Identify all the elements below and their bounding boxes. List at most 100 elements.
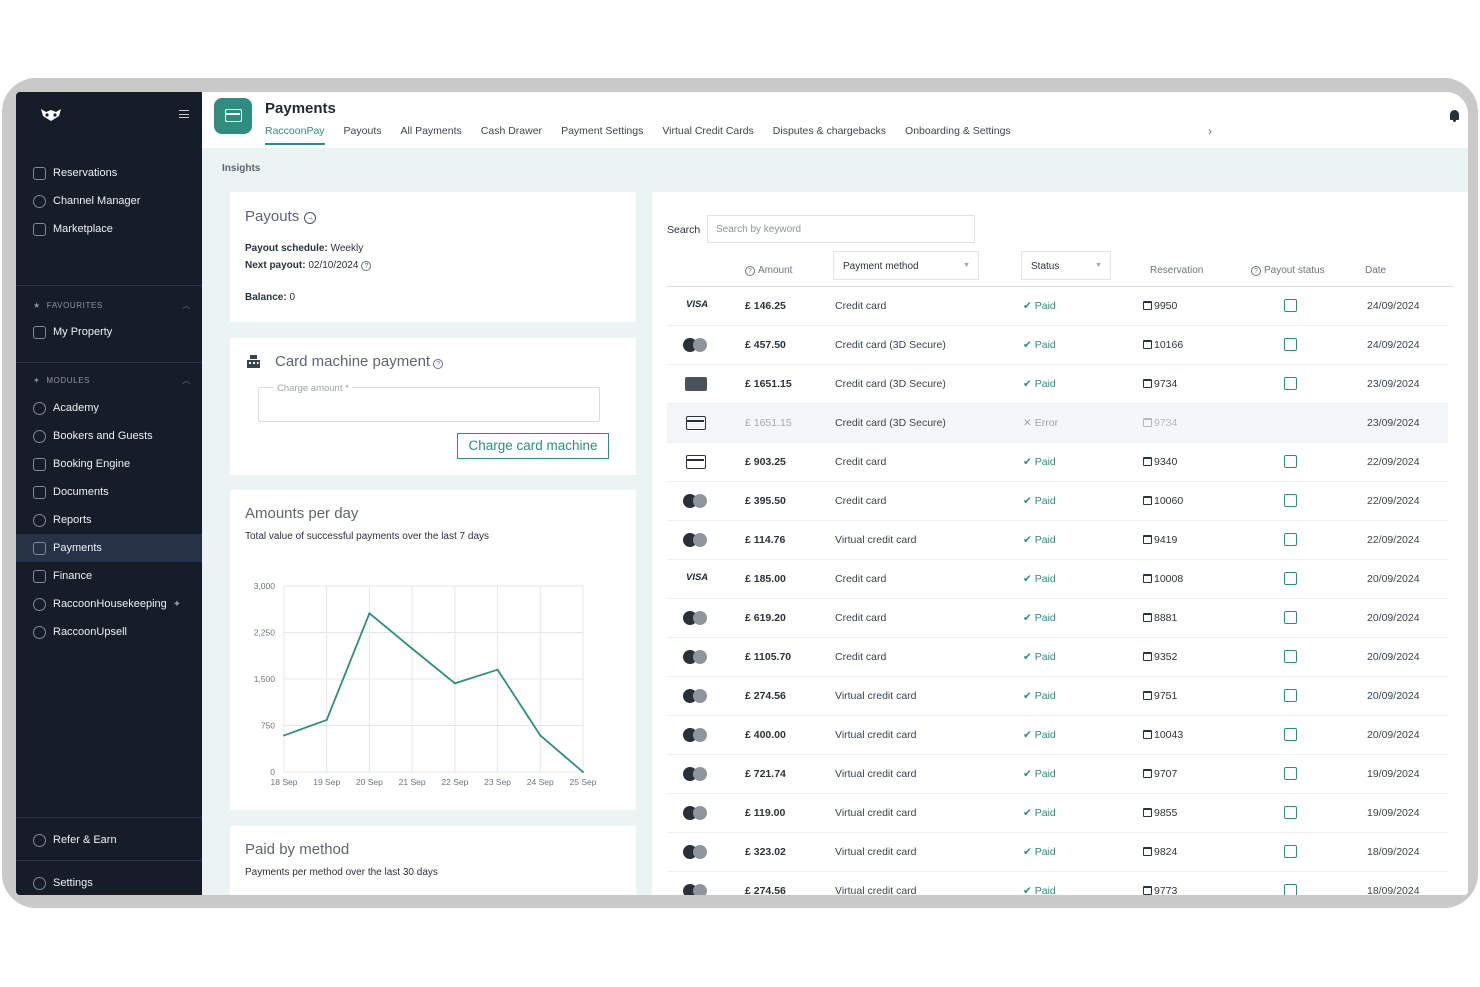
table-row[interactable]: £ 1651.15 Credit card (3D Secure) ✔ Paid 97… (667, 365, 1448, 404)
reservation-link[interactable]: 9734 (1143, 417, 1177, 429)
arrow-right-circle-icon[interactable]: → (304, 212, 317, 224)
reservation-link[interactable]: 9824 (1143, 846, 1177, 858)
payment-method-filter[interactable]: Payment method ▼ (833, 251, 979, 280)
help-icon[interactable]: ? (361, 261, 372, 271)
reservation-link[interactable]: 10008 (1143, 573, 1183, 585)
sidebar-item-payments[interactable]: Payments (16, 534, 202, 562)
payout-status-checkbox[interactable] (1284, 806, 1297, 819)
sidebar-item-label: Marketplace (53, 223, 113, 235)
table-row[interactable]: VISA £ 146.25 Credit card ✔ Paid 9950 24/09/2… (667, 287, 1448, 326)
tab-virtual-credit-cards[interactable]: Virtual Credit Cards (662, 125, 753, 145)
table-row[interactable]: £ 903.25 Credit card ✔ Paid 9340 22/09/2024 (667, 443, 1448, 482)
search-input[interactable]: Search by keyword (707, 215, 975, 243)
sidebar-item-refer-earn[interactable]: Refer & Earn (16, 826, 202, 854)
date-cell: 24/09/2024 (1367, 300, 1420, 312)
reservation-link[interactable]: 8881 (1143, 612, 1177, 624)
payout-status-checkbox[interactable] (1284, 338, 1297, 351)
payout-status-checkbox[interactable] (1284, 494, 1297, 507)
help-icon[interactable]: ? (433, 359, 444, 369)
help-icon[interactable]: ? (1251, 266, 1261, 276)
table-row[interactable]: VISA £ 185.00 Credit card ✔ Paid 10008 20/09/… (667, 560, 1448, 599)
date-cell: 19/09/2024 (1367, 768, 1420, 780)
reservation-link[interactable]: 9340 (1143, 456, 1177, 468)
tab-disputes-chargebacks[interactable]: Disputes & chargebacks (773, 125, 886, 145)
sidebar-item-raccoonhousekeeping[interactable]: RaccoonHousekeeping ✦ (16, 590, 202, 618)
sidebar-item-bookers-and-guests[interactable]: Bookers and Guests (16, 422, 202, 450)
table-row[interactable]: £ 619.20 Credit card ✔ Paid 8881 20/09/2024 (667, 599, 1448, 638)
sidebar-item-marketplace[interactable]: Marketplace (16, 215, 202, 243)
table-row[interactable]: £ 274.56 Virtual credit card ✔ Paid 9751 20/… (667, 677, 1448, 716)
payout-status-checkbox[interactable] (1284, 845, 1297, 858)
reservation-link[interactable]: 10060 (1143, 495, 1183, 507)
payout-status-checkbox[interactable] (1284, 377, 1297, 390)
sidebar-item-booking-engine[interactable]: Booking Engine (16, 450, 202, 478)
status-filter[interactable]: Status ▼ (1021, 251, 1111, 280)
sidebar-item-label: Reports (53, 514, 92, 526)
payout-status-checkbox[interactable] (1284, 689, 1297, 702)
column-header-date[interactable]: Date (1365, 265, 1386, 276)
tab-onboarding-settings[interactable]: Onboarding & Settings (905, 125, 1011, 145)
sidebar-divider (16, 285, 202, 286)
payout-status-checkbox[interactable] (1284, 572, 1297, 585)
raccoon-logo-icon[interactable] (40, 108, 62, 122)
modules-section-header[interactable]: ✦ MODULES ︿ (33, 375, 191, 386)
reservation-link[interactable]: 10166 (1143, 339, 1183, 351)
date-cell: 18/09/2024 (1367, 846, 1420, 858)
tab-payment-settings[interactable]: Payment Settings (561, 125, 643, 145)
booking-icon (33, 457, 46, 471)
payout-status-checkbox[interactable] (1284, 611, 1297, 624)
table-row[interactable]: £ 457.50 Credit card (3D Secure) ✔ Paid 101… (667, 326, 1448, 365)
help-icon[interactable]: ? (745, 266, 755, 276)
reservation-link[interactable]: 9855 (1143, 807, 1177, 819)
charge-card-machine-button[interactable]: Charge card machine (457, 433, 609, 459)
reservation-link[interactable]: 9352 (1143, 651, 1177, 663)
tab-cash-drawer[interactable]: Cash Drawer (481, 125, 542, 145)
sidebar-item-finance[interactable]: Finance (16, 562, 202, 590)
table-row[interactable]: £ 395.50 Credit card ✔ Paid 10060 22/09/2024 (667, 482, 1448, 521)
table-row[interactable]: £ 114.76 Virtual credit card ✔ Paid 9419 22/… (667, 521, 1448, 560)
reservation-link[interactable]: 9773 (1143, 885, 1177, 895)
reservation-link[interactable]: 9707 (1143, 768, 1177, 780)
table-row[interactable]: £ 1105.70 Credit card ✔ Paid 9352 20/09/2024 (667, 638, 1448, 677)
table-row[interactable]: £ 721.74 Virtual credit card ✔ Paid 9707 19/… (667, 755, 1448, 794)
tab-raccoonpay[interactable]: RaccoonPay (265, 125, 325, 145)
payout-status-checkbox[interactable] (1284, 650, 1297, 663)
payout-status-checkbox[interactable] (1284, 299, 1297, 312)
sidebar-item-channel-manager[interactable]: Channel Manager (16, 187, 202, 215)
reservation-link[interactable]: 10043 (1143, 729, 1183, 741)
payout-status-checkbox[interactable] (1284, 533, 1297, 546)
chevron-right-icon[interactable]: › (1208, 124, 1212, 138)
sidebar-item-academy[interactable]: Academy (16, 394, 202, 422)
sidebar-item-my-property[interactable]: My Property (16, 318, 202, 346)
reservation-link[interactable]: 9419 (1143, 534, 1177, 546)
card-icon (225, 109, 242, 122)
payout-status-checkbox[interactable] (1284, 455, 1297, 468)
reservation-link[interactable]: 9734 (1143, 378, 1177, 390)
table-row[interactable]: £ 323.02 Virtual credit card ✔ Paid 9824 18/… (667, 833, 1448, 872)
table-row[interactable]: £ 1651.15 Credit card (3D Secure) ✕ Error 9… (667, 404, 1448, 443)
table-row[interactable]: £ 400.00 Virtual credit card ✔ Paid 10043 20… (667, 716, 1448, 755)
payout-status-checkbox[interactable] (1284, 728, 1297, 741)
bell-icon[interactable] (1450, 110, 1459, 122)
tab-all-payments[interactable]: All Payments (401, 125, 462, 145)
payout-status-checkbox[interactable] (1284, 767, 1297, 780)
sidebar-item-raccoonupsell[interactable]: RaccoonUpsell (16, 618, 202, 646)
sidebar-item-reports[interactable]: Reports (16, 506, 202, 534)
reservation-link[interactable]: 9751 (1143, 690, 1177, 702)
column-header-amount[interactable]: ? Amount (745, 265, 792, 276)
column-header-payout-status[interactable]: ? Payout status (1251, 265, 1325, 276)
reservation-link[interactable]: 9950 (1143, 300, 1177, 312)
table-row[interactable]: £ 119.00 Virtual credit card ✔ Paid 9855 19/… (667, 794, 1448, 833)
data-point (325, 718, 328, 721)
tab-payouts[interactable]: Payouts (344, 125, 382, 145)
menu-toggle-icon[interactable] (179, 110, 189, 118)
sidebar-item-settings[interactable]: Settings (16, 869, 202, 895)
payout-status-checkbox[interactable] (1284, 884, 1297, 895)
payouts-title[interactable]: Payouts → (245, 208, 317, 225)
x-tick-label: 19 Sep (313, 777, 340, 787)
favourites-section-header[interactable]: ★ FAVOURITES ︿ (33, 300, 191, 311)
table-row[interactable]: £ 274.56 Virtual credit card ✔ Paid 9773 18/… (667, 872, 1448, 895)
sidebar-item-reservations[interactable]: Reservations (16, 159, 202, 187)
column-header-reservation[interactable]: Reservation (1150, 265, 1203, 276)
sidebar-item-documents[interactable]: Documents (16, 478, 202, 506)
